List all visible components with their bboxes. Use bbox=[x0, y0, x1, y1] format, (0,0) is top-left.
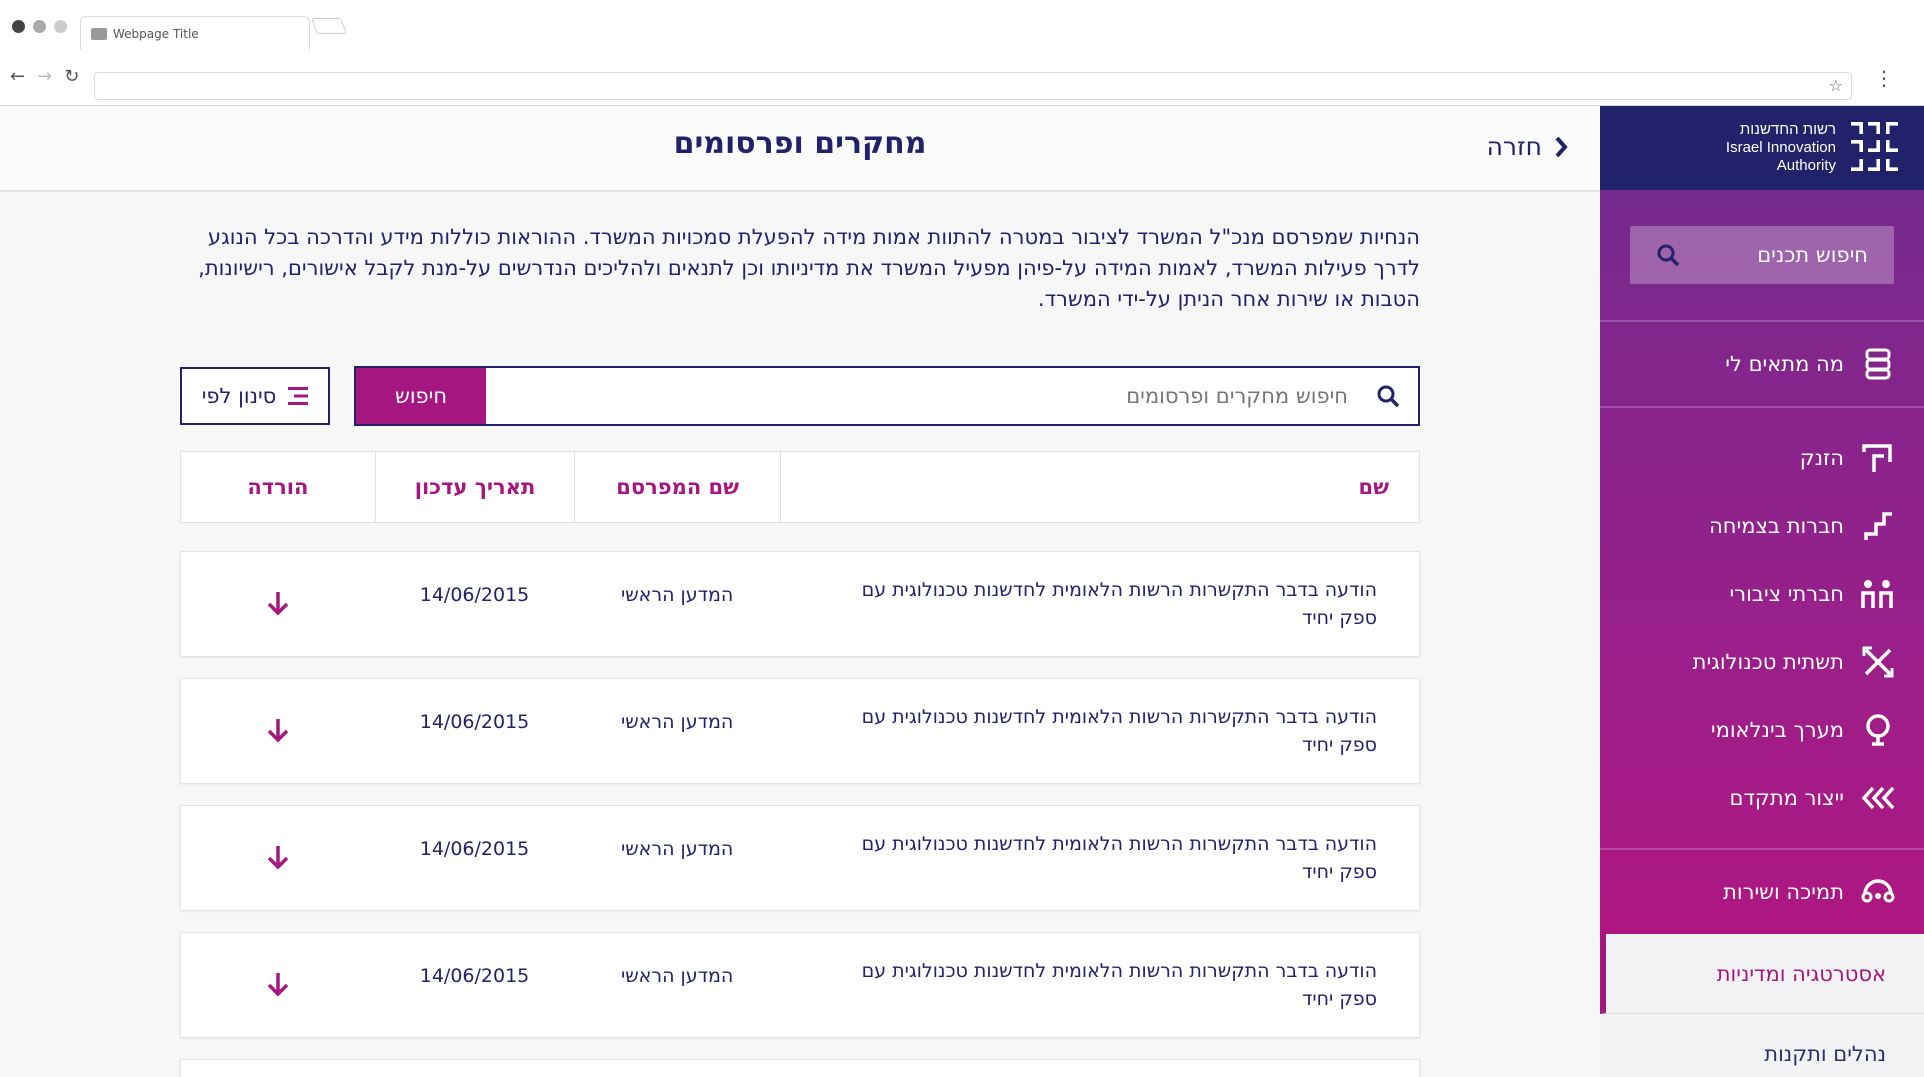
tab-title: Webpage Title bbox=[113, 26, 199, 41]
brand-logo[interactable]: רשות החדשנות Israel Innovation Authority bbox=[1600, 106, 1924, 190]
row-name[interactable]: הודעה בדבר התקשרות הרשות הלאומית לחדשנות… bbox=[780, 806, 1419, 910]
globe-pin-icon bbox=[1860, 712, 1896, 748]
download-arrow-icon bbox=[267, 846, 289, 870]
sidebar: רשות החדשנות Israel Innovation Authority… bbox=[1600, 106, 1924, 1077]
filter-button[interactable]: סינון לפי bbox=[180, 367, 330, 425]
sidebar-item-advanced-manufacturing[interactable]: ייצור מתקדם bbox=[1600, 764, 1924, 832]
back-label: חזרה bbox=[1486, 132, 1542, 161]
browser-nav: ← → ↻ bbox=[10, 66, 79, 87]
browser-menu-icon[interactable]: ⋮ bbox=[1874, 66, 1894, 90]
sidebar-item-label: תמיכה ושירות bbox=[1723, 880, 1844, 904]
back-link[interactable]: חזרה bbox=[1487, 132, 1568, 161]
sidebar-item-label: חברתי ציבורי bbox=[1729, 582, 1844, 606]
back-arrow-icon[interactable]: ← bbox=[10, 66, 25, 87]
sidebar-search[interactable]: חיפוש תכנים bbox=[1630, 226, 1894, 284]
sidebar-item-growth-companies[interactable]: חברות בצמיחה bbox=[1600, 492, 1924, 560]
download-arrow-icon bbox=[267, 592, 289, 616]
innovation-authority-logo-icon bbox=[1848, 122, 1898, 174]
column-header-download: הורדה bbox=[247, 475, 309, 499]
table-row-partial bbox=[180, 1059, 1420, 1077]
table-row: הודעה בדבר התקשרות הרשות הלאומית לחדשנות… bbox=[180, 678, 1420, 784]
row-date: 14/06/2015 bbox=[419, 965, 530, 987]
sidebar-search-label: חיפוש תכנים bbox=[1757, 243, 1868, 267]
favicon-icon bbox=[91, 27, 107, 40]
brand-text: רשות החדשנות Israel Innovation Authority bbox=[1726, 121, 1836, 175]
sidebar-item-strategy-policy[interactable]: אסטרטגיה ומדיניות bbox=[1600, 934, 1924, 1014]
download-button[interactable] bbox=[181, 933, 375, 1037]
table-body: הודעה בדבר התקשרות הרשות הלאומית לחדשנות… bbox=[180, 551, 1420, 1077]
row-date: 14/06/2015 bbox=[419, 711, 530, 733]
bookmark-star-icon[interactable]: ☆ bbox=[1829, 76, 1843, 95]
sidebar-item-label: מערך בינלאומי bbox=[1710, 718, 1844, 742]
sidebar-item-label: חברות בצמיחה bbox=[1709, 514, 1844, 538]
forward-arrow-icon[interactable]: → bbox=[37, 66, 52, 87]
search-icon bbox=[1657, 244, 1680, 267]
search-input[interactable] bbox=[486, 368, 1418, 424]
minimize-window-dot[interactable] bbox=[33, 20, 46, 33]
window-controls bbox=[12, 20, 67, 33]
stack-icon bbox=[1860, 346, 1896, 382]
sidebar-item-procedures-regulations[interactable]: נהלים ותקנות bbox=[1600, 1014, 1924, 1077]
filter-label: סינון לפי bbox=[201, 384, 277, 408]
cross-arrows-icon bbox=[1860, 644, 1896, 680]
reload-icon[interactable]: ↻ bbox=[64, 66, 79, 87]
table-row: הודעה בדבר התקשרות הרשות הלאומית לחדשנות… bbox=[180, 932, 1420, 1038]
sidebar-item-what-suits-me[interactable]: מה מתאים לי bbox=[1600, 322, 1924, 406]
address-bar[interactable]: ☆ bbox=[94, 72, 1852, 100]
sidebar-item-label: נהלים ותקנות bbox=[1764, 1041, 1886, 1066]
brand-hebrew: רשות החדשנות bbox=[1739, 121, 1836, 138]
chevron-right-icon bbox=[1555, 136, 1568, 157]
row-date: 14/06/2015 bbox=[419, 838, 530, 860]
column-header-publisher[interactable]: שם המפרסם bbox=[574, 452, 780, 522]
download-button[interactable] bbox=[181, 806, 375, 910]
sidebar-item-launch[interactable]: הזנק bbox=[1600, 424, 1924, 492]
search-icon bbox=[1376, 384, 1400, 412]
table-row: הודעה בדבר התקשרות הרשות הלאומית לחדשנות… bbox=[180, 805, 1420, 911]
brand-english-line1: Israel Innovation bbox=[1725, 139, 1836, 156]
row-publisher: המדען הראשי bbox=[620, 965, 734, 987]
download-arrow-icon bbox=[267, 719, 289, 743]
sidebar-item-social-public[interactable]: חברתי ציבורי bbox=[1600, 560, 1924, 628]
sidebar-item-international[interactable]: מערך בינלאומי bbox=[1600, 696, 1924, 764]
row-name[interactable]: הודעה בדבר התקשרות הרשות הלאומית לחדשנות… bbox=[780, 679, 1419, 783]
sidebar-item-tech-infrastructure[interactable]: תשתית טכנולוגית bbox=[1600, 628, 1924, 696]
row-publisher: המדען הראשי bbox=[620, 711, 734, 733]
table-header: שם שם המפרסם תאריך עדכון הורדה bbox=[180, 451, 1420, 523]
double-chevron-icon bbox=[1860, 780, 1896, 816]
browser-chrome: Webpage Title ← → ↻ ☆ ⋮ bbox=[0, 0, 1924, 106]
search-button[interactable]: חיפוש bbox=[356, 368, 486, 424]
headset-icon bbox=[1860, 874, 1896, 910]
brand-english-line2: Authority bbox=[1776, 157, 1836, 174]
row-date: 14/06/2015 bbox=[419, 584, 530, 606]
sidebar-item-label: תשתית טכנולוגית bbox=[1692, 650, 1844, 674]
launch-icon bbox=[1860, 440, 1896, 476]
maximize-window-dot[interactable] bbox=[54, 20, 67, 33]
download-button[interactable] bbox=[181, 552, 375, 656]
sidebar-item-label: אסטרטגיה ומדיניות bbox=[1716, 961, 1886, 986]
page-title: מחקרים ופרסומים bbox=[673, 126, 927, 161]
row-publisher: המדען הראשי bbox=[620, 838, 734, 860]
search-bar: חיפוש bbox=[354, 366, 1420, 426]
sidebar-item-support-service[interactable]: תמיכה ושירות bbox=[1600, 850, 1924, 934]
new-tab-button[interactable] bbox=[311, 18, 347, 34]
intro-paragraph: הנחיות שמפרסם מנכ"ל המשרד לציבור במטרה ל… bbox=[198, 225, 1420, 311]
sidebar-item-label: הזנק bbox=[1799, 446, 1844, 470]
browser-tab[interactable]: Webpage Title bbox=[80, 16, 310, 50]
download-arrow-icon bbox=[267, 973, 289, 997]
row-name[interactable]: הודעה בדבר התקשרות הרשות הלאומית לחדשנות… bbox=[780, 933, 1419, 1037]
row-name[interactable]: הודעה בדבר התקשרות הרשות הלאומית לחדשנות… bbox=[780, 552, 1419, 656]
close-window-dot[interactable] bbox=[12, 20, 25, 33]
download-button[interactable] bbox=[181, 679, 375, 783]
page-header: מחקרים ופרסומים חזרה bbox=[0, 106, 1600, 192]
stairs-icon bbox=[1860, 508, 1896, 544]
people-icon bbox=[1860, 576, 1896, 612]
row-publisher: המדען הראשי bbox=[620, 584, 734, 606]
column-header-date[interactable]: תאריך עדכון bbox=[374, 452, 575, 522]
sidebar-item-label: מה מתאים לי bbox=[1725, 352, 1844, 376]
filter-icon bbox=[288, 387, 309, 405]
column-header-name[interactable]: שם bbox=[780, 452, 1419, 522]
sidebar-item-label: ייצור מתקדם bbox=[1729, 786, 1844, 810]
table-row: הודעה בדבר התקשרות הרשות הלאומית לחדשנות… bbox=[180, 551, 1420, 657]
